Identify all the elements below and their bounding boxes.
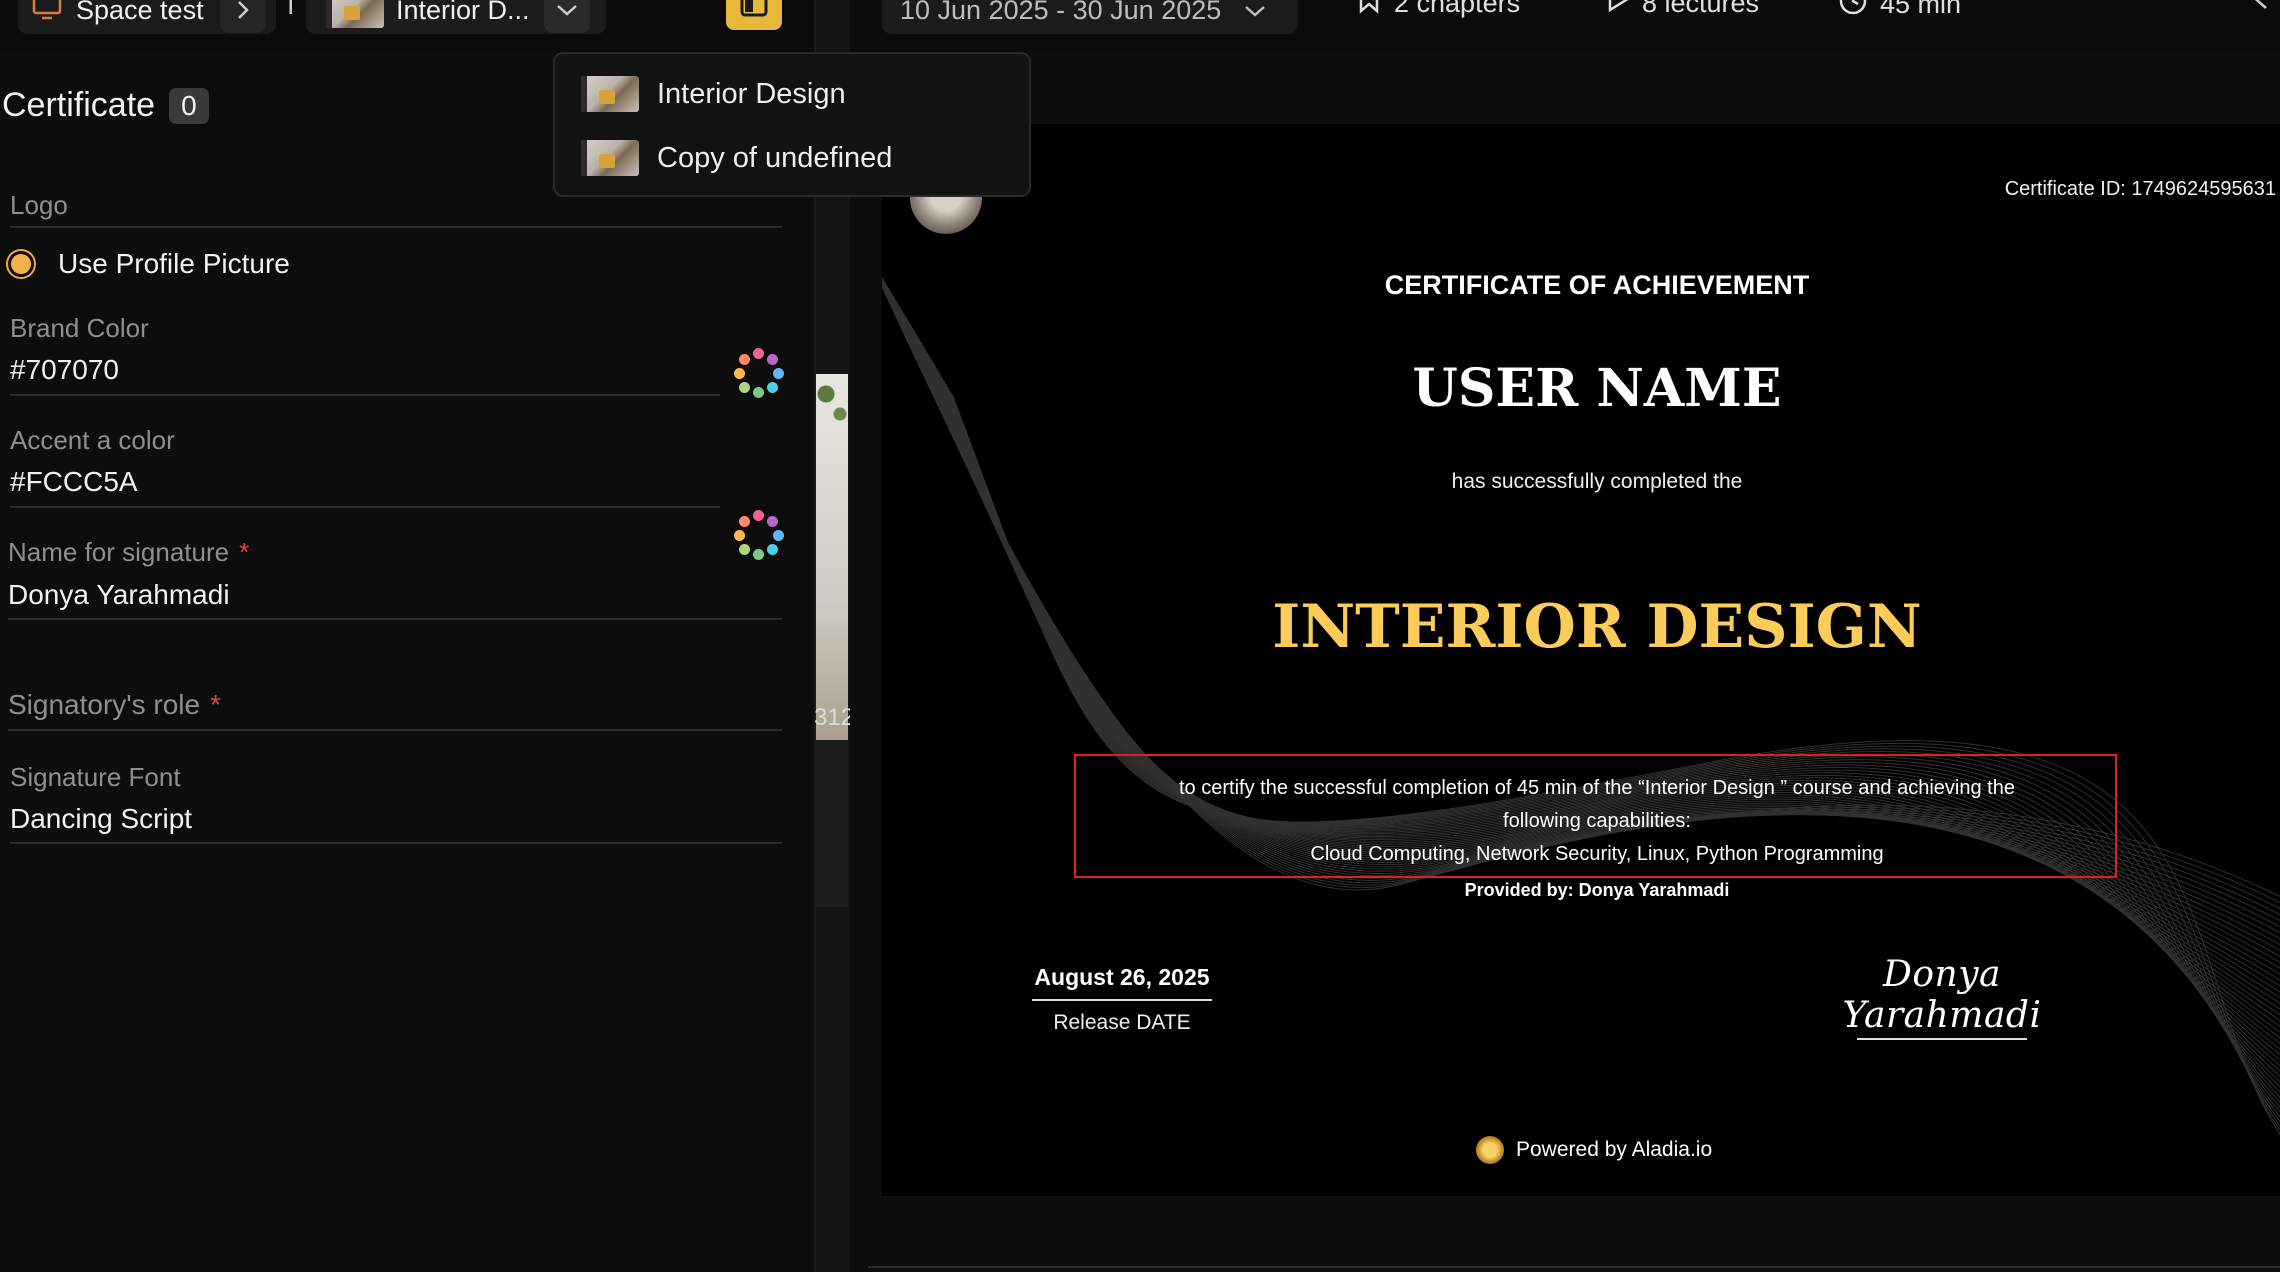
chevron-down-icon: [1243, 0, 1267, 26]
signature-font-label: Signature Font: [10, 762, 181, 792]
bottom-divider: [868, 1266, 2280, 1268]
accent-color-label: Accent a color: [10, 425, 175, 455]
dropdown-item[interactable]: Interior Design: [581, 76, 846, 112]
course-dropdown-menu: Interior Design Copy of undefined: [553, 52, 1031, 197]
field-underline: [10, 506, 720, 508]
date-range-text: 10 Jun 2025 - 30 Jun 2025: [900, 0, 1222, 25]
release-date: August 26, 2025: [1034, 964, 1210, 990]
radio-button[interactable]: [6, 249, 36, 279]
duration-display: 45 min: [1838, 0, 1961, 23]
use-profile-picture-option[interactable]: Use Profile Picture: [6, 248, 290, 280]
signature-text: Donya Yarahmadi: [1842, 954, 2042, 1036]
powered-by: Powered by Aladia.io: [1476, 1136, 1712, 1164]
date-range-selector[interactable]: 10 Jun 2025 - 30 Jun 2025: [882, 0, 1298, 34]
wave-line: [907, 320, 2280, 1028]
body-line-1: to certify the successful completion of …: [1179, 777, 2015, 799]
field-divider: [10, 226, 782, 228]
provided-by: Provided by: Donya Yarahmadi: [1464, 880, 1730, 900]
signature-block: Donya Yarahmadi: [1822, 954, 2062, 1040]
accent-color-input[interactable]: #FCCC5A: [10, 466, 138, 498]
field-underline: [8, 729, 782, 731]
certificate-preview: Certificate ID: 1749624595631 CERTIFICAT…: [882, 124, 2280, 1196]
lectures-count: 8 lectures: [1604, 0, 1759, 21]
breadcrumb-separator: I: [287, 0, 295, 20]
bookmark-icon: [1356, 0, 1382, 21]
color-picker-icon[interactable]: [734, 348, 784, 398]
required-mark: *: [210, 689, 222, 720]
space-label: Space test: [76, 0, 204, 25]
signature-font-select[interactable]: Dancing Script: [10, 803, 192, 835]
color-picker-icon[interactable]: [734, 510, 784, 560]
aladia-logo-icon: [1476, 1136, 1504, 1164]
wave-line: [903, 313, 2280, 1016]
dropdown-item-label: Interior Design: [657, 77, 846, 110]
body-line-3: Cloud Computing, Network Security, Linux…: [1310, 843, 1884, 865]
use-profile-label: Use Profile Picture: [58, 248, 290, 279]
signature-name-input[interactable]: Donya Yarahmadi: [8, 579, 230, 611]
chapters-text: 2 chapters: [1394, 0, 1521, 18]
strip-footer: [816, 740, 848, 907]
course-breadcrumb[interactable]: Interior D...: [306, 0, 606, 34]
play-icon: [1604, 0, 1630, 21]
strip-image: [816, 374, 848, 757]
course-thumbnail: [326, 0, 384, 28]
dropdown-item[interactable]: Copy of undefined: [581, 140, 892, 176]
field-underline: [10, 842, 782, 844]
release-date-caption: Release DATE: [1053, 1011, 1191, 1034]
monitor-icon: [32, 0, 62, 27]
duration-text: 45 min: [1880, 0, 1962, 19]
wave-line: [909, 324, 2280, 1033]
chevron-right-icon[interactable]: [219, 0, 266, 33]
wave-line: [901, 310, 2280, 1010]
clock-icon: [1838, 0, 1868, 23]
strip-number: 312(: [814, 704, 850, 731]
wave-line: [905, 317, 2280, 1022]
date-underline: [1032, 999, 1212, 1001]
field-underline: [10, 394, 720, 396]
count-badge: 0: [169, 87, 209, 124]
course-title: INTERIOR DESIGN: [1272, 592, 1922, 662]
preview-footer: [850, 1196, 2280, 1272]
user-name: USER NAME: [1412, 358, 1782, 419]
chapters-count: 2 chapters: [1356, 0, 1520, 21]
close-icon[interactable]: [2246, 0, 2270, 19]
signatory-role-placeholder: Signatory's role: [8, 689, 201, 720]
signature-name-label: Name for signature *: [8, 537, 249, 568]
panel-header: Certificate 0: [2, 86, 209, 125]
lectures-text: 8 lectures: [1642, 0, 1760, 18]
release-date-block: August 26, 2025 Release DATE: [1022, 964, 1222, 1035]
dropdown-item-label: Copy of undefined: [657, 141, 893, 174]
signature-underline: [1857, 1038, 2027, 1040]
space-breadcrumb[interactable]: Space test: [18, 0, 276, 34]
page-title: Certificate: [2, 86, 156, 124]
course-thumbnail: [581, 76, 639, 112]
layout-toggle-button[interactable]: [726, 0, 782, 30]
field-underline: [8, 618, 782, 620]
brand-color-label: Brand Color: [10, 313, 149, 343]
sidebar-layout-icon: [740, 0, 768, 22]
signatory-role-field[interactable]: Signatory's role *: [8, 689, 221, 721]
completed-text: has successfully completed the: [1451, 470, 1743, 493]
signature-name-label-text: Name for signature: [8, 537, 230, 567]
logo-label: Logo: [10, 190, 68, 220]
chevron-down-icon[interactable]: [543, 0, 590, 33]
brand-color-input[interactable]: #707070: [10, 354, 119, 386]
certificate-heading: CERTIFICATE OF ACHIEVEMENT: [1384, 270, 1810, 300]
settings-panel: [0, 52, 814, 1272]
powered-by-text: Powered by Aladia.io: [1516, 1138, 1713, 1161]
course-thumbnail: [581, 140, 639, 176]
body-line-2: following capabilities:: [1503, 810, 1691, 832]
certificate-id: Certificate ID: 1749624595631: [2004, 178, 2276, 200]
required-mark: *: [239, 537, 250, 567]
certificate-body: to certify the successful completion of …: [882, 772, 2280, 871]
course-label: Interior D...: [396, 0, 530, 25]
